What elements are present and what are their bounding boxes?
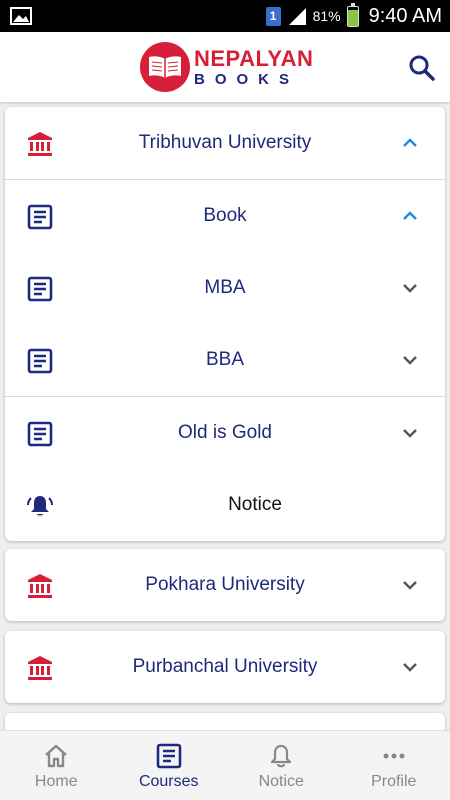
nav-notice[interactable]: Notice — [225, 731, 338, 800]
nav-label: Notice — [258, 773, 304, 790]
document-icon — [27, 276, 53, 302]
university-icon — [28, 574, 52, 598]
category-row-bba[interactable]: BBA — [5, 324, 445, 396]
clock: 9:40 AM — [368, 4, 442, 27]
university-card-tribhuvan: Tribhuvan University Book MBA BBA Old is… — [5, 107, 445, 541]
status-bar: 1 81% 9:40 AM — [0, 0, 450, 32]
nav-label: Home — [34, 773, 78, 790]
notice-row[interactable]: Notice — [5, 469, 445, 541]
document-icon — [27, 421, 53, 447]
category-label: MBA — [204, 277, 246, 298]
university-name: Tribhuvan University — [138, 132, 312, 153]
more-dots-icon — [383, 753, 405, 759]
gallery-notification-icon — [10, 7, 32, 25]
signal-icon — [288, 8, 306, 25]
document-icon — [27, 204, 53, 230]
logo-title: NEPALYAN — [194, 45, 314, 71]
university-card-pokhara: Pokhara University — [5, 549, 445, 621]
courses-icon — [156, 743, 182, 769]
category-row-old-is-gold[interactable]: Old is Gold — [5, 397, 445, 469]
university-icon — [28, 656, 52, 680]
chevron-down-icon[interactable] — [401, 424, 419, 442]
university-card-purbanchal: Purbanchal University — [5, 631, 445, 703]
sim-slot-badge: 1 — [265, 6, 281, 26]
nav-label: Courses — [138, 773, 199, 790]
book-logo-icon — [140, 42, 190, 92]
university-row-pokhara[interactable]: Pokhara University — [5, 549, 445, 621]
battery-icon — [346, 2, 359, 27]
university-name: Purbanchal University — [132, 656, 318, 677]
nav-home[interactable]: Home — [0, 731, 113, 800]
search-icon[interactable] — [408, 54, 436, 82]
chevron-down-icon[interactable] — [401, 658, 419, 676]
university-icon — [28, 132, 52, 156]
bell-icon — [271, 744, 292, 768]
chevron-up-icon[interactable] — [401, 134, 419, 152]
category-label: Book — [203, 205, 247, 226]
chevron-up-icon[interactable] — [401, 207, 419, 225]
university-row-purbanchal[interactable]: Purbanchal University — [5, 631, 445, 703]
logo-subtitle: BOOKS — [194, 70, 300, 88]
chevron-down-icon[interactable] — [401, 576, 419, 594]
app-header: NEPALYAN BOOKS — [0, 32, 450, 102]
category-row-book[interactable]: Book — [5, 180, 445, 252]
document-icon — [27, 348, 53, 374]
bell-ringing-icon — [27, 496, 53, 516]
home-icon — [45, 744, 68, 768]
chevron-down-icon[interactable] — [401, 351, 419, 369]
notice-label: Notice — [228, 494, 282, 515]
category-label: Old is Gold — [178, 422, 272, 443]
nav-courses[interactable]: Courses — [113, 731, 226, 800]
university-row-tribhuvan[interactable]: Tribhuvan University — [5, 107, 445, 179]
category-row-mba[interactable]: MBA — [5, 252, 445, 324]
app-logo: NEPALYAN BOOKS — [140, 42, 313, 92]
chevron-down-icon[interactable] — [401, 279, 419, 297]
battery-percent: 81% — [312, 8, 341, 24]
category-label: BBA — [205, 349, 245, 370]
university-name: Pokhara University — [145, 574, 305, 595]
nav-profile[interactable]: Profile — [338, 731, 450, 800]
nav-label: Profile — [371, 773, 417, 790]
bottom-navigation: Home Courses Notice Profile — [0, 730, 450, 800]
